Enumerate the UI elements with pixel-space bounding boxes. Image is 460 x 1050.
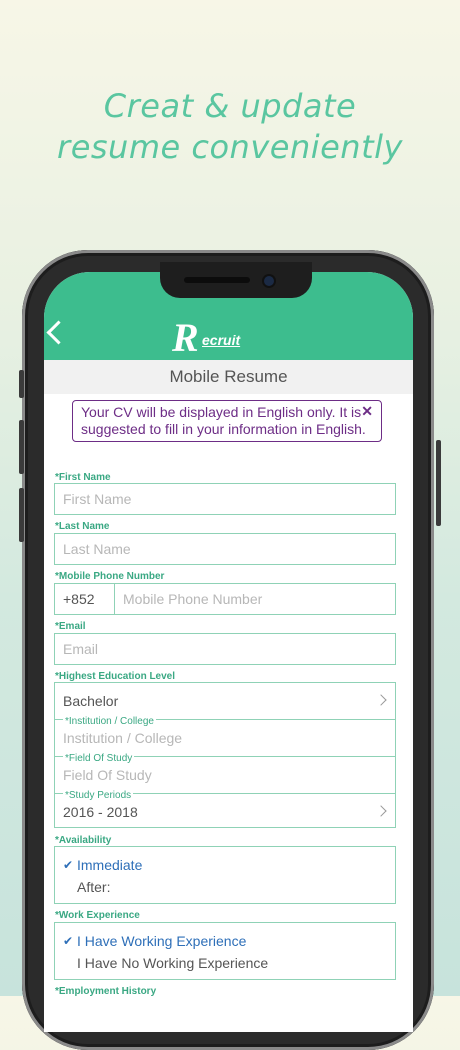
country-code-select[interactable]: +852 [55,584,115,614]
phone-screen: R ecruit Mobile Resume Your CV will be d… [44,272,413,1032]
power-button [436,440,441,526]
email-label: *Email [55,621,86,632]
mobile-phone-input[interactable]: Mobile Phone Number [123,584,262,614]
volume-down-button [19,488,24,542]
recruit-logo: R ecruit [172,315,240,360]
volume-up-button [19,420,24,474]
institution-label: *Institution / College [63,716,156,727]
page-title: Mobile Resume [44,360,413,394]
availability-label: *Availability [55,835,112,846]
mute-switch [19,370,24,398]
education-label: *Highest Education Level [55,671,176,682]
speaker-grille [184,277,250,283]
chevron-right-icon [375,694,387,706]
study-periods-select[interactable]: *Study Periods 2016 - 2018 [55,790,395,831]
field-of-study-input[interactable]: *Field Of Study Field Of Study [55,753,395,794]
notice-text: Your CV will be displayed in English onl… [81,404,366,437]
study-periods-label: *Study Periods [63,790,134,801]
employment-history-label: *Employment History [55,986,157,997]
checkmark-icon: ✔ [63,858,74,872]
availability-immediate-option[interactable]: Immediate [77,857,142,873]
education-level-value: Bachelor [63,693,119,709]
mobile-phone-field: +852 Mobile Phone Number [54,583,396,615]
language-notice: Your CV will be displayed in English onl… [72,400,382,442]
last-name-input[interactable]: Last Name [54,533,396,565]
availability-options: ✔ Immediate After: [54,846,396,904]
logo-word: ecruit [202,332,241,348]
email-input[interactable]: Email [54,633,396,665]
chevron-right-icon [375,805,387,817]
mobile-label: *Mobile Phone Number [55,571,165,582]
work-experience-options: ✔ I Have Working Experience I Have No Wo… [54,922,396,980]
promo-line-1: Creat & update [103,87,357,125]
promo-headline: Creat & update resume conveniently [0,86,460,168]
institution-input[interactable]: *Institution / College Institution / Col… [55,716,395,757]
promo-line-2: resume conveniently [57,128,403,166]
study-periods-value: 2016 - 2018 [63,804,138,820]
institution-placeholder: Institution / College [63,730,183,746]
has-experience-option[interactable]: I Have Working Experience [77,933,246,949]
field-of-study-placeholder: Field Of Study [63,767,152,783]
no-experience-option[interactable]: I Have No Working Experience [77,955,268,971]
first-name-input[interactable]: First Name [54,483,396,515]
close-icon[interactable]: ✕ [361,403,373,420]
back-chevron-icon[interactable] [46,320,71,345]
last-name-label: *Last Name [55,521,110,532]
front-camera [264,276,274,286]
education-level-select[interactable]: Bachelor [55,683,395,720]
availability-after-option[interactable]: After: [77,879,110,895]
education-group: Bachelor *Institution / College Institut… [54,682,396,828]
logo-letter: R [172,315,199,360]
field-of-study-label: *Field Of Study [63,753,135,764]
checkmark-icon: ✔ [63,934,74,948]
work-experience-label: *Work Experience [55,910,140,921]
first-name-label: *First Name [55,472,111,483]
